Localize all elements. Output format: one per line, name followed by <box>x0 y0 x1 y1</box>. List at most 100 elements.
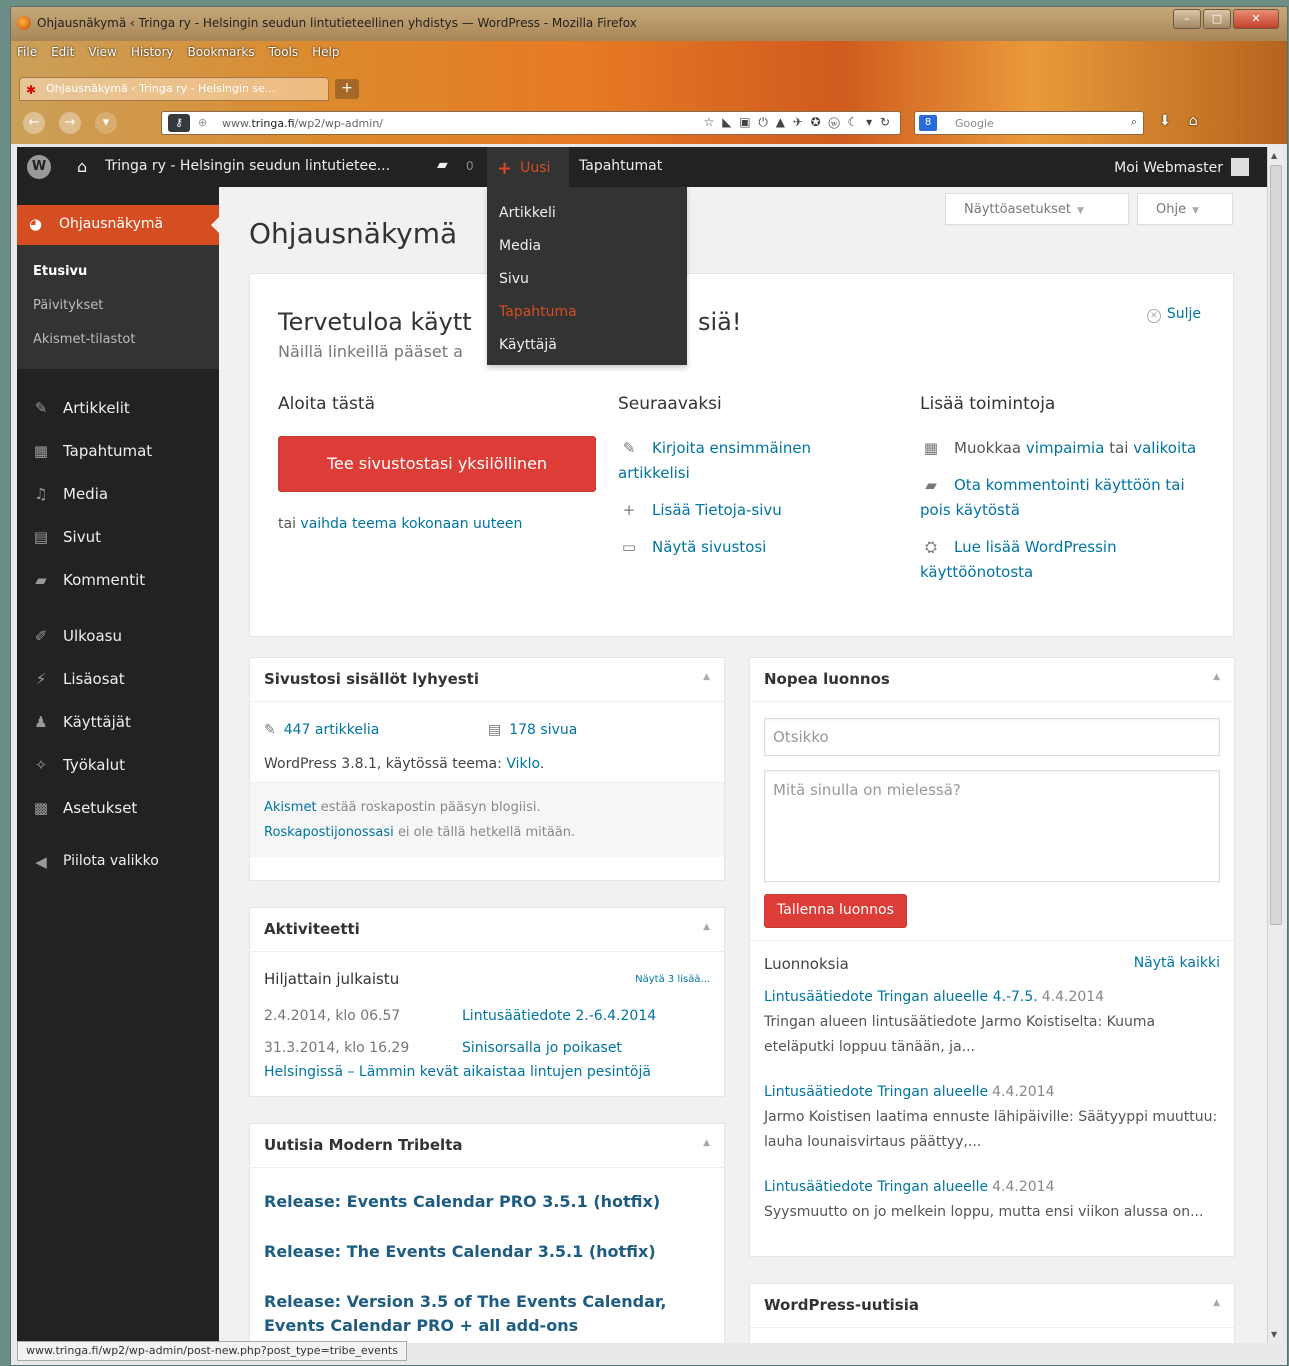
comment-bubble-icon[interactable]: ▰ <box>437 157 448 173</box>
menu-history[interactable]: History <box>131 45 174 59</box>
sidebar-item-plugins[interactable]: ⚡ Lisäosat <box>17 660 219 700</box>
box-header[interactable]: WordPress-uutisia ▲ <box>750 1284 1234 1328</box>
draft-title-input[interactable]: Otsikko <box>764 718 1220 756</box>
posts-count-link[interactable]: 447 artikkelia <box>284 722 380 738</box>
identity-key-icon[interactable]: ⚷ <box>168 114 190 132</box>
view-all-drafts-link[interactable]: Näytä kaikki <box>1134 955 1220 971</box>
draft-link[interactable]: Lintusäätiedote Tringan alueelle <box>764 1084 988 1100</box>
submenu-akismet-stats[interactable]: Akismet-tilastot <box>17 323 219 357</box>
draft-link[interactable]: Lintusäätiedote Tringan alueelle 4.-7.5. <box>764 989 1038 1005</box>
customize-site-button[interactable]: Tee sivustostasi yksilöllinen <box>278 436 596 492</box>
widgets-link[interactable]: vimpaimia <box>1026 439 1105 457</box>
news-link[interactable]: Release: The Events Calendar 3.5.1 (hotf… <box>264 1240 710 1264</box>
menu-bookmarks[interactable]: Bookmarks <box>188 45 255 59</box>
screen-options-button[interactable]: Näyttöasetukset ▼ <box>945 193 1129 225</box>
box-header[interactable]: Sivustosi sisällöt lyhyesti ▲ <box>250 658 724 702</box>
news-link[interactable]: Release: Version 3.5 of The Events Calen… <box>264 1290 710 1338</box>
search-bar[interactable]: 8 Google ⌕ <box>914 111 1144 135</box>
help-button[interactable]: Ohje ▼ <box>1137 193 1233 225</box>
sidebar-item-comments[interactable]: ▰ Kommentit <box>17 561 219 601</box>
save-draft-button[interactable]: Tallenna luonnos <box>764 894 907 928</box>
home-icon[interactable]: ⌂ <box>1189 113 1198 129</box>
graduation-cap-icon: ⛭ <box>924 538 937 556</box>
new-post-item[interactable]: Artikkeli <box>487 197 687 230</box>
menu-view[interactable]: View <box>88 45 116 59</box>
sidebar-item-posts[interactable]: ✎ Artikkelit <box>17 389 219 429</box>
site-name-link[interactable]: Tringa ry - Helsingin seudun lintutietee… <box>105 158 390 174</box>
activity-post-link[interactable]: Lintusäätiedote 2.-6.4.2014 <box>462 1000 656 1032</box>
sidebar-item-dashboard[interactable]: ◕ Ohjausnäkymä <box>17 205 219 245</box>
history-arrow-icon[interactable]: ▾ <box>95 112 117 134</box>
learn-more-link[interactable]: Lue lisää WordPressin käyttöönotosta <box>920 538 1117 581</box>
account-menu[interactable]: Moi Webmaster <box>1114 158 1249 176</box>
welcome-close-link[interactable]: ✕ Sulje <box>1146 306 1201 323</box>
scroll-down-icon[interactable]: ▼ <box>1271 1330 1277 1339</box>
browser-tab[interactable]: ✱ Ohjausnäkymä ‹ Tringa ry - Helsingin s… <box>19 77 329 101</box>
collapse-toggle-icon[interactable]: ▲ <box>1213 672 1220 682</box>
box-header[interactable]: Uutisia Modern Tribelta ▲ <box>250 1124 724 1168</box>
google-icon[interactable]: 8 <box>919 115 937 131</box>
sidebar-item-events[interactable]: ▦ Tapahtumat <box>17 432 219 472</box>
menus-link[interactable]: valikoita <box>1133 439 1196 457</box>
new-page-item[interactable]: Sivu <box>487 263 687 296</box>
activity-post-link-continued[interactable]: Helsingissä – Lämmin kevät aikaistaa lin… <box>264 1064 651 1080</box>
pages-count-link[interactable]: 178 sivua <box>509 722 577 738</box>
new-tab-button[interactable]: + <box>335 79 359 99</box>
minimize-button[interactable]: – <box>1173 9 1201 29</box>
collapse-toggle-icon[interactable]: ▲ <box>703 672 710 682</box>
menu-help[interactable]: Help <box>312 45 339 59</box>
box-header[interactable]: Nopea luonnos ▲ <box>750 658 1234 702</box>
submenu-home[interactable]: Etusivu <box>17 255 219 289</box>
news-link[interactable]: Release: Events Calendar PRO 3.5.1 (hotf… <box>264 1190 710 1214</box>
wordpress-logo-icon[interactable]: W <box>27 155 51 179</box>
menu-edit[interactable]: Edit <box>51 45 74 59</box>
menu-file[interactable]: File <box>17 45 37 59</box>
change-theme-link[interactable]: vaihda teema kokonaan uuteen <box>300 516 522 532</box>
maximize-button[interactable]: □ <box>1203 9 1231 29</box>
show-more-link[interactable]: Näytä 3 lisää... <box>635 974 710 985</box>
toggle-comments-link[interactable]: Ota kommentointi käyttöön tai pois käytö… <box>920 476 1185 519</box>
submenu-updates[interactable]: Päivitykset <box>17 289 219 323</box>
calendar-icon: ▦ <box>33 442 49 460</box>
view-site-link[interactable]: Näytä sivustosi <box>652 538 766 556</box>
addon-icons[interactable]: ☆ ◣ ▣ ⏻ ▲ ✈ ✪ ⓦ ☾ ▾ ↻ <box>704 115 892 130</box>
box-header[interactable]: Aktiviteetti ▲ <box>250 908 724 952</box>
url-bar[interactable]: ⚷ ⊕ www.tringa.fi/wp2/wp-admin/ ☆ ◣ ▣ ⏻ … <box>161 111 901 135</box>
draft-content-textarea[interactable]: Mitä sinulla on mielessä? <box>764 770 1220 882</box>
sidebar-item-tools[interactable]: ✧ Työkalut <box>17 746 219 786</box>
close-window-button[interactable]: ✕ <box>1233 9 1279 29</box>
menu-tools[interactable]: Tools <box>269 45 299 59</box>
activity-post-link[interactable]: Sinisorsalla jo poikaset <box>462 1032 622 1064</box>
new-user-item[interactable]: Käyttäjä <box>487 329 687 362</box>
add-about-page-link[interactable]: Lisää Tietoja-sivu <box>652 501 782 519</box>
sidebar-item-settings[interactable]: ▩ Asetukset <box>17 789 219 829</box>
scrollbar-thumb[interactable] <box>1270 165 1282 925</box>
sidebar-item-users[interactable]: ♟ Käyttäjät <box>17 703 219 743</box>
collapse-menu-button[interactable]: ◀ Piilota valikko <box>17 843 219 883</box>
sidebar-item-pages[interactable]: ▤ Sivut <box>17 518 219 558</box>
draft-link[interactable]: Lintusäätiedote Tringan alueelle <box>764 1179 988 1195</box>
collapse-toggle-icon[interactable]: ▲ <box>703 1138 710 1148</box>
activity-date: 31.3.2014, klo 16.29 <box>264 1040 410 1056</box>
forward-icon[interactable]: → <box>59 112 81 134</box>
write-first-post-link[interactable]: Kirjoita ensimmäinen artikkelisi <box>618 439 811 482</box>
events-menu[interactable]: Tapahtumat <box>579 158 662 174</box>
sidebar-item-media[interactable]: ♫ Media <box>17 475 219 515</box>
sidebar-item-appearance[interactable]: ✐ Ulkoasu <box>17 617 219 657</box>
new-event-item[interactable]: Tapahtuma <box>487 296 687 329</box>
spam-queue-link[interactable]: Roskapostijonossasi <box>264 825 394 840</box>
home-icon[interactable]: ⌂ <box>77 157 87 176</box>
page-scrollbar[interactable]: ▲ ▼ <box>1267 147 1283 1343</box>
theme-link[interactable]: Viklo <box>506 756 539 772</box>
search-icon[interactable]: ⌕ <box>1131 115 1137 129</box>
scroll-up-icon[interactable]: ▲ <box>1271 151 1277 160</box>
new-content-menu[interactable]: + Uusi <box>487 147 569 187</box>
new-media-item[interactable]: Media <box>487 230 687 263</box>
download-icon[interactable]: ⬇ <box>1159 113 1171 129</box>
column-title: Lisää toimintoja <box>920 394 1056 414</box>
back-icon[interactable]: ← <box>23 112 45 134</box>
akismet-link[interactable]: Akismet <box>264 800 317 815</box>
pin-icon: ✎ <box>264 722 276 738</box>
collapse-toggle-icon[interactable]: ▲ <box>703 922 710 932</box>
collapse-toggle-icon[interactable]: ▲ <box>1213 1298 1220 1308</box>
